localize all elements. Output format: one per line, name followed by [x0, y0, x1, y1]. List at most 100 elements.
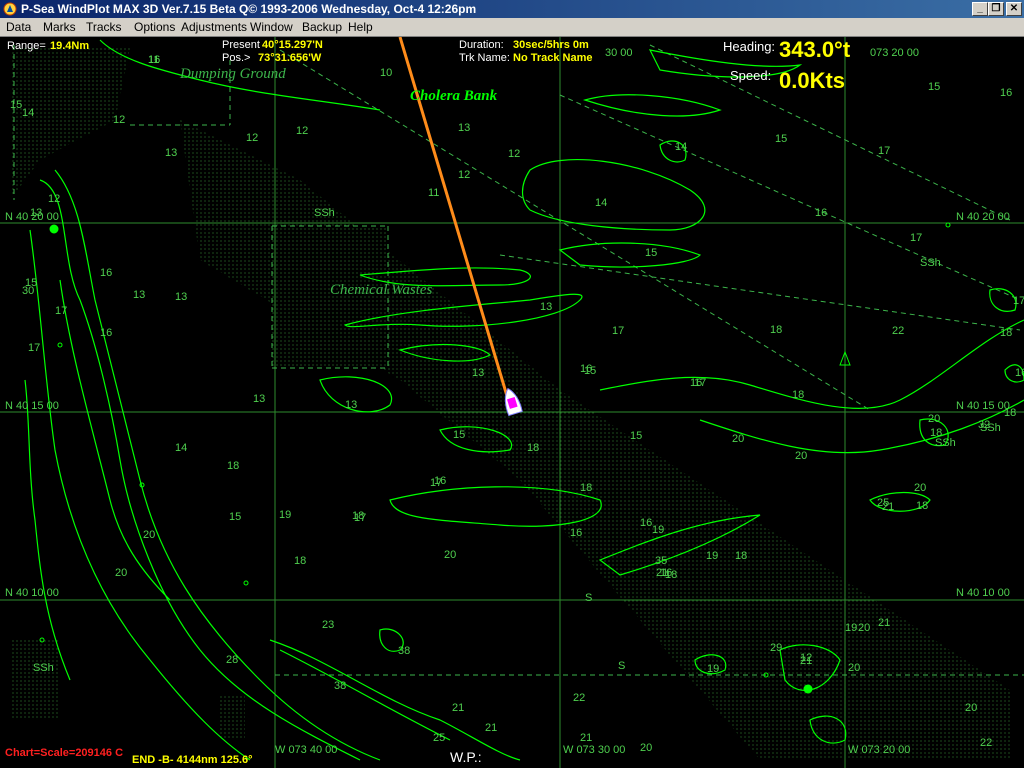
depth-sounding: 12: [48, 193, 61, 205]
lat-label: N 40 20 00: [956, 211, 1010, 223]
menu-adjustments[interactable]: Adjustments: [181, 20, 247, 35]
depth-sounding: 28: [226, 654, 239, 666]
depth-sounding: 13: [540, 301, 553, 313]
depth-sounding: 14: [675, 141, 688, 153]
depth-sounding: 20: [965, 702, 978, 714]
depth-sounding: 14: [595, 197, 608, 209]
depth-sounding: 38: [334, 680, 347, 692]
depth-sounding: 16: [815, 207, 828, 219]
depth-sounding: 13: [472, 367, 485, 379]
chart-scale-readout: Chart=Scale=209146 C: [5, 747, 124, 759]
menu-data[interactable]: Data: [6, 20, 31, 35]
depth-sounding: 32: [978, 419, 991, 431]
depth-sounding: 18: [527, 442, 540, 454]
depth-sounding: 14: [175, 442, 188, 454]
depth-sounding: 21: [882, 501, 895, 513]
depth-sounding: 22: [980, 737, 993, 749]
depth-sounding: 21: [452, 702, 465, 714]
depth-sounding: 17: [612, 325, 625, 337]
depth-sounding: 20: [143, 529, 156, 541]
depth-sounding: 15: [630, 430, 643, 442]
depth-sounding: S: [585, 592, 593, 604]
depth-sounding: 15: [645, 247, 658, 259]
menu-help[interactable]: Help: [348, 20, 373, 35]
lon-label: W 073 30 00: [563, 744, 626, 756]
depth-sounding: 18: [227, 460, 240, 472]
depth-sounding: 15: [229, 511, 242, 523]
depth-sounding: 18: [1004, 407, 1017, 419]
depth-sounding: 19: [279, 509, 292, 521]
depth-sounding: 20: [795, 450, 808, 462]
track-name-value: No Track Name: [513, 52, 593, 64]
menu-window[interactable]: Window: [250, 20, 293, 35]
depth-sounding: 16: [1000, 87, 1013, 99]
close-button[interactable]: ✕: [1006, 2, 1022, 16]
depth-sounding: 18: [916, 500, 929, 512]
depth-sounding: 30: [22, 285, 35, 297]
depth-sounding: 12: [113, 114, 126, 126]
menu-options[interactable]: Options: [134, 20, 175, 35]
menu-bar: Data Marks Tracks Options Adjustments Wi…: [0, 18, 1024, 37]
depth-sounding: 15: [10, 99, 23, 111]
depth-sounding: 17: [28, 342, 41, 354]
lon-label: W 073 20 00: [848, 744, 911, 756]
lon-label: 073 20 00: [870, 47, 919, 59]
depth-sounding: 16: [1015, 367, 1024, 379]
depth-sounding: 16: [640, 517, 653, 529]
menu-marks[interactable]: Marks: [43, 20, 76, 35]
depth-sounding: 20: [848, 662, 861, 674]
depth-sounding: 20: [115, 567, 128, 579]
area-label-chemical-wastes: Chemical Wastes: [330, 282, 433, 298]
speed-value: 0.0Kts: [779, 68, 846, 93]
depth-sounding: S: [618, 660, 626, 672]
depth-sounding: 38: [398, 645, 411, 657]
restore-button[interactable]: ❐: [988, 2, 1004, 16]
depth-sounding: 15: [453, 429, 466, 441]
depth-sounding: 20: [914, 482, 927, 494]
depth-sounding: 13: [165, 147, 178, 159]
chart-canvas[interactable]: [0, 37, 1024, 768]
range-label: Range=: [7, 40, 46, 52]
depth-sounding: 35: [655, 555, 668, 567]
depth-sounding: 13: [30, 207, 43, 219]
duration-value: 30sec/5hrs 0m: [513, 39, 589, 51]
depth-sounding: 13: [175, 291, 188, 303]
depth-sounding: 12: [296, 125, 309, 137]
menu-tracks[interactable]: Tracks: [86, 20, 122, 35]
depth-sounding: 12: [800, 652, 813, 664]
waypoint-label: W.P.:: [450, 749, 482, 765]
area-label-dumping-ground: Dumping Ground: [180, 66, 286, 82]
depth-sounding: SSh: [33, 662, 54, 674]
depth-sounding: 29: [770, 642, 783, 654]
depth-sounding: 16: [148, 54, 161, 66]
pos-label: Pos.>: [222, 52, 251, 64]
depth-sounding: 15: [775, 133, 788, 145]
depth-sounding: 21: [580, 732, 593, 744]
depth-sounding: 12: [246, 132, 259, 144]
nautical-chart-view[interactable]: Dumping Ground Cholera Bank Chemical Was…: [0, 37, 1024, 768]
minimize-button[interactable]: _: [972, 2, 988, 16]
depth-sounding: 17: [430, 477, 443, 489]
menu-backup[interactable]: Backup: [302, 20, 342, 35]
present-longitude: 73°31.656'W: [258, 52, 322, 64]
title-bar: P-Sea WindPlot MAX 3D Ver.7.15 Beta Q© 1…: [0, 0, 1024, 18]
depth-sounding: 19: [845, 622, 858, 634]
depth-sounding: 20: [732, 433, 745, 445]
heading-label: Heading:: [723, 39, 776, 54]
heading-value: 343.0°t: [779, 37, 851, 62]
depth-sounding: 19: [706, 550, 719, 562]
depth-sounding: 17: [694, 377, 707, 389]
depth-sounding: 19: [652, 524, 665, 536]
depth-sounding: 18: [580, 482, 593, 494]
depth-sounding: 21: [878, 617, 891, 629]
lat-label: N 40 15 00: [956, 400, 1010, 412]
depth-sounding: 18: [735, 550, 748, 562]
lon-label: W 073 40 00: [275, 744, 338, 756]
depth-sounding: 10: [380, 67, 393, 79]
present-label: Present: [222, 39, 260, 51]
depth-sounding: 16: [100, 267, 113, 279]
duration-label: Duration:: [459, 39, 504, 51]
end-bearing-readout: END -B- 4144nm 125.6°: [132, 754, 253, 766]
window-title: P-Sea WindPlot MAX 3D Ver.7.15 Beta Q© 1…: [21, 2, 477, 16]
lat-label: N 40 10 00: [5, 587, 59, 599]
